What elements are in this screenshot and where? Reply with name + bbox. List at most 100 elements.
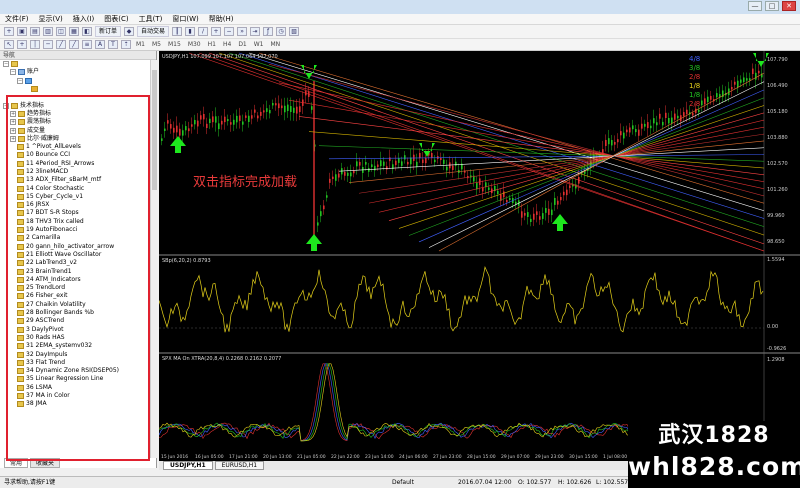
candle-body <box>296 106 298 114</box>
price-tick-label: 105.180 <box>767 109 788 115</box>
terminal-icon[interactable]: ▦ <box>69 27 79 36</box>
watermark: 武汉1828 whl828.com <box>628 421 800 488</box>
candle-body <box>245 115 247 118</box>
new-order-button[interactable]: 新订单 <box>95 26 122 37</box>
menu-window[interactable]: 窗口(W) <box>167 14 203 24</box>
tab-eurusd[interactable]: EURUSD,H1 <box>214 461 265 470</box>
tester-icon[interactable]: ◧ <box>82 27 92 36</box>
candle-chart-icon[interactable]: ▮ <box>185 27 196 36</box>
candle-body <box>416 161 418 167</box>
timeframe-m30[interactable]: M30 <box>186 41 203 48</box>
close-button[interactable]: ✕ <box>782 1 796 11</box>
candle-body <box>215 116 217 123</box>
candle-body <box>338 173 340 178</box>
candle-body <box>365 161 367 165</box>
chart-shift-icon[interactable]: ⇥ <box>250 27 261 36</box>
autotrading-button[interactable]: 自动交易 <box>137 26 170 37</box>
candle-body <box>227 119 229 122</box>
line-chart-icon[interactable]: ∕ <box>198 27 209 36</box>
indicators-icon[interactable]: ƒ <box>263 27 274 36</box>
price-tick-label: 107.790 <box>767 57 788 63</box>
vertical-line-icon[interactable]: │ <box>30 40 40 49</box>
new-chart-icon[interactable]: + <box>4 27 14 36</box>
timeframe-mn[interactable]: MN <box>269 41 283 48</box>
market-watch-icon[interactable]: ▤ <box>30 27 40 36</box>
tree-node-user[interactable] <box>3 85 150 93</box>
label-icon[interactable]: T <box>108 40 118 49</box>
candle-body <box>212 116 214 123</box>
tree-node-accounts[interactable]: − 账户 <box>3 68 150 76</box>
metaeditor-icon[interactable]: ◆ <box>124 27 135 36</box>
crosshair-icon[interactable]: + <box>17 40 27 49</box>
profiles-icon[interactable]: ▣ <box>17 27 27 36</box>
candle-body <box>605 139 607 146</box>
text-icon[interactable]: A <box>95 40 105 49</box>
timeframe-m15[interactable]: M15 <box>166 41 183 48</box>
arrows-icon[interactable]: ⇡ <box>121 40 131 49</box>
candle-body <box>536 211 538 215</box>
auto-scroll-icon[interactable]: » <box>237 27 248 36</box>
horizontal-line-icon[interactable]: ─ <box>43 40 53 49</box>
cursor-icon[interactable]: ↖ <box>4 40 14 49</box>
candle-body <box>254 109 256 113</box>
channel-icon[interactable]: ╱ <box>69 40 79 49</box>
menu-charts[interactable]: 图表(C) <box>99 14 133 24</box>
trendline-icon[interactable]: ╱ <box>56 40 66 49</box>
candle-body <box>203 113 205 120</box>
scrollbar-thumb[interactable] <box>152 70 157 190</box>
status-high: H: 102.626 <box>558 479 592 486</box>
candle-body <box>635 129 637 133</box>
candle-body <box>374 165 376 171</box>
candle-body <box>629 127 631 133</box>
menu-tools[interactable]: 工具(T) <box>134 14 168 24</box>
periods-icon[interactable]: ◷ <box>276 27 287 36</box>
candle-body <box>686 109 688 115</box>
candle-body <box>488 187 490 190</box>
oscillator1-tick: 1.5594 <box>767 257 785 263</box>
bar-chart-icon[interactable]: ┃ <box>172 27 183 36</box>
candle-body <box>320 211 322 217</box>
menu-help[interactable]: 帮助(H) <box>204 14 239 24</box>
candle-body <box>569 185 571 188</box>
candle-body <box>395 160 397 166</box>
menu-view[interactable]: 显示(V) <box>34 14 68 24</box>
oscillator1-tick: 0.00 <box>767 324 778 330</box>
minimize-button[interactable]: — <box>748 1 762 11</box>
candle-body <box>347 172 349 176</box>
timeframe-w1[interactable]: W1 <box>252 41 266 48</box>
navigator-icon[interactable]: ◫ <box>56 27 66 36</box>
timeframe-h4[interactable]: H4 <box>221 41 233 48</box>
fan-label: 3/8 <box>689 64 700 72</box>
fibonacci-icon[interactable]: ≡ <box>82 40 92 49</box>
timeframe-d1[interactable]: D1 <box>236 41 248 48</box>
data-window-icon[interactable]: ▥ <box>43 27 53 36</box>
tree-node-account[interactable]: − <box>3 77 150 85</box>
candle-body <box>644 123 646 127</box>
navigator-scrollbar[interactable] <box>150 60 157 458</box>
candle-body <box>356 161 358 167</box>
candle-body <box>521 211 523 218</box>
zoom-out-icon[interactable]: − <box>224 27 235 36</box>
candle-body <box>506 199 508 203</box>
tree-node-root[interactable]: − <box>3 60 150 68</box>
candle-body <box>263 110 265 113</box>
candle-body <box>539 216 541 220</box>
candle-body <box>317 222 319 226</box>
zoom-in-icon[interactable]: + <box>211 27 222 36</box>
templates-icon[interactable]: ▧ <box>289 27 300 36</box>
collapse-icon[interactable]: − <box>3 61 9 68</box>
candle-body <box>509 197 511 200</box>
collapse-icon[interactable]: − <box>17 77 23 84</box>
candle-body <box>614 141 616 145</box>
timeframe-h1[interactable]: H1 <box>206 41 218 48</box>
candle-body <box>617 139 619 143</box>
menu-file[interactable]: 文件(F) <box>0 14 34 24</box>
timeframe-m1[interactable]: M1 <box>134 41 147 48</box>
menu-insert[interactable]: 插入(I) <box>68 14 100 24</box>
collapse-icon[interactable]: − <box>10 69 16 76</box>
tab-usdjpy[interactable]: USDJPY,H1 <box>163 461 213 470</box>
timeframe-m5[interactable]: M5 <box>150 41 163 48</box>
chart-area[interactable]: 4/8 3/8 2/8 1/8 1/8 2/8 USDJPY,H1 107.099 107.… <box>159 51 800 461</box>
candle-body <box>650 125 652 129</box>
maximize-button[interactable]: □ <box>765 1 779 11</box>
